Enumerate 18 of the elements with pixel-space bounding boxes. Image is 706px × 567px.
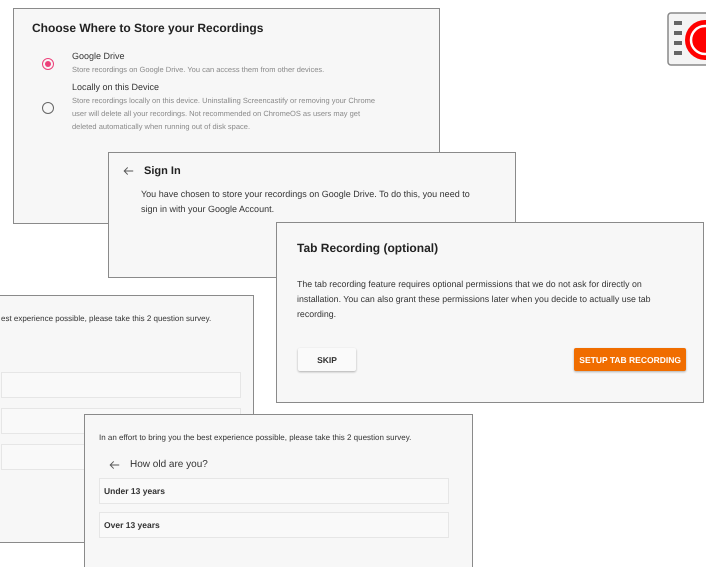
survey-question: How old are you?	[130, 459, 208, 470]
survey-intro: est experience possible, please take this 2 question survey.	[1, 314, 212, 323]
radio-button[interactable]	[42, 102, 54, 114]
radio-button[interactable]	[42, 58, 54, 70]
dialog-title: Tab Recording (optional)	[297, 241, 440, 255]
back-arrow-icon[interactable]	[109, 460, 120, 470]
dialog-title: Choose Where to Store your Recordings	[32, 21, 264, 35]
recorder-logo-icon	[667, 12, 706, 68]
back-arrow-icon[interactable]	[123, 166, 134, 176]
option-label: Locally on this Device	[72, 82, 160, 92]
dialog-message: You have chosen to store your recordings on Google Drive. To do this, you need to sign in with your Google Account.	[141, 188, 471, 216]
dialog-message: The tab recording feature requires optional permissions that we do not ask for directly on installation. You can also grant these permissions later when you decide to actually use tab recording.	[297, 278, 652, 321]
skip-button[interactable]: SKIP	[298, 348, 356, 371]
answer-option[interactable]: Under 13 years	[99, 478, 449, 504]
survey-intro: In an effort to bring you the best experience possible, please take this 2 question survey.	[99, 433, 412, 442]
dialog-title: Sign In	[144, 165, 181, 177]
answer-option[interactable]: Over 13 years	[99, 512, 449, 538]
option-label: Google Drive	[72, 51, 126, 61]
